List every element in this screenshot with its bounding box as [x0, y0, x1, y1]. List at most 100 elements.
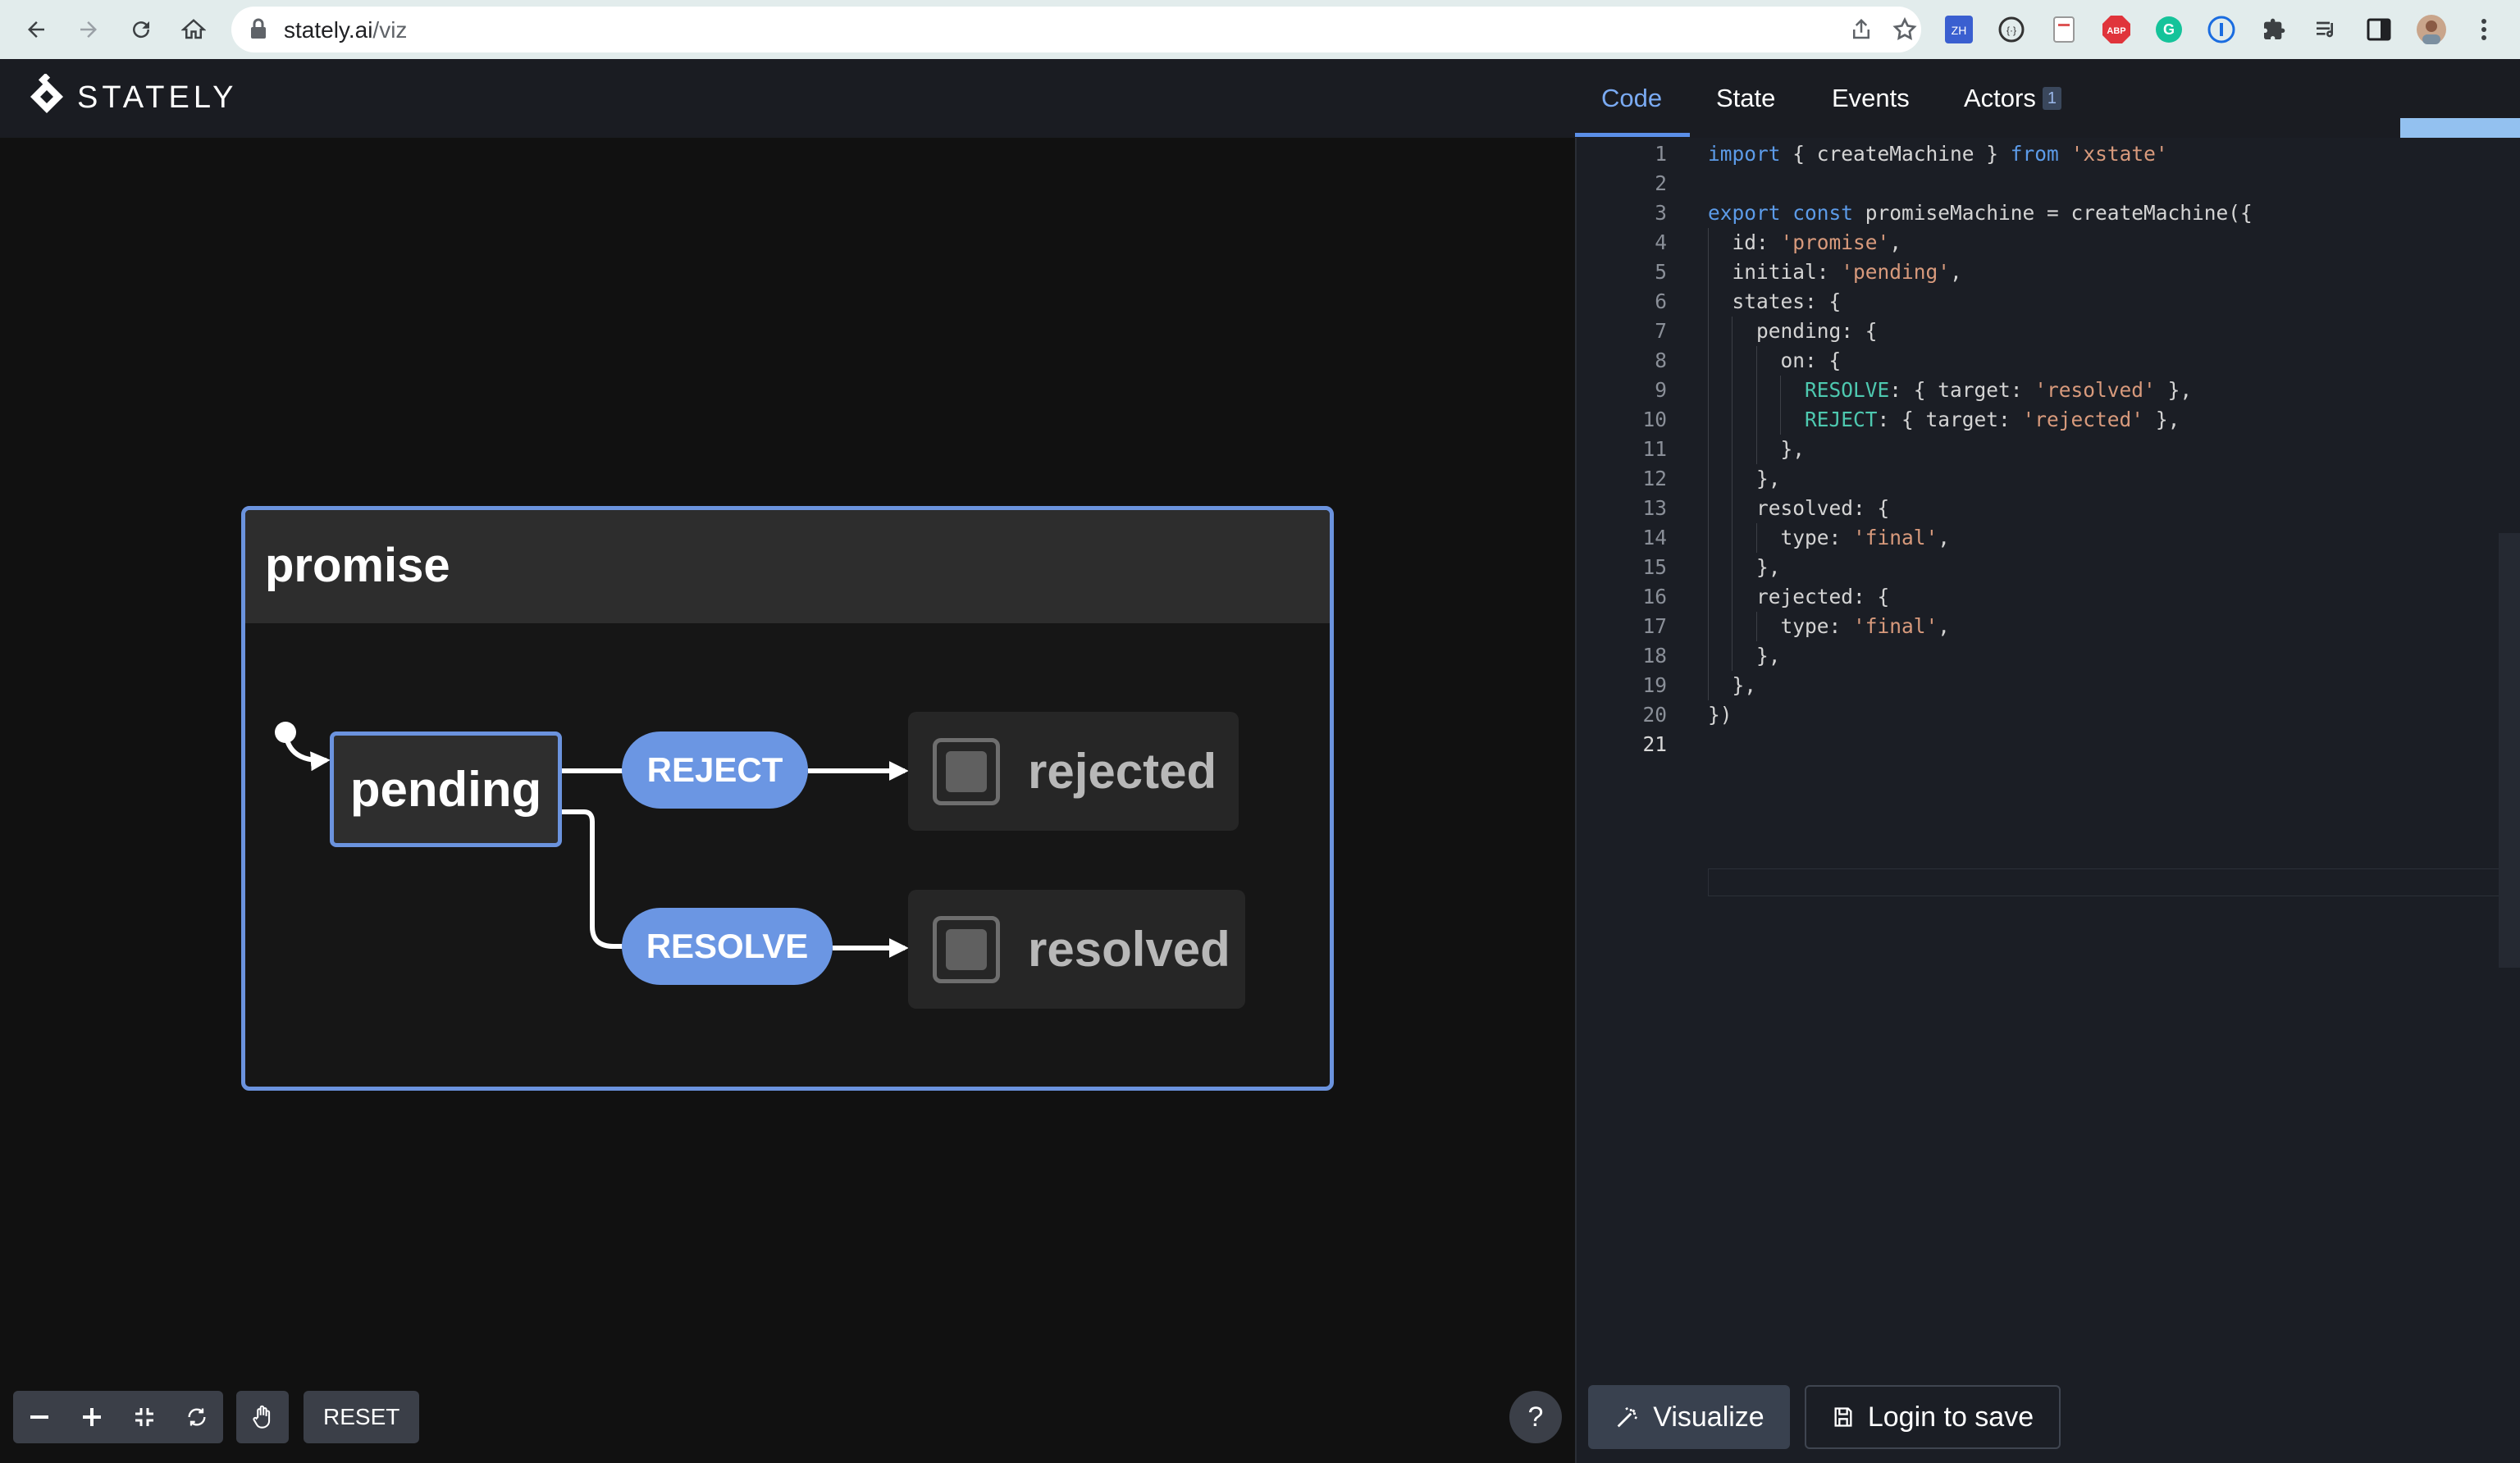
state-node-resolved[interactable]: resolved [908, 890, 1245, 1009]
code-line[interactable]: 4 id: 'promise', [1577, 228, 2520, 258]
extension-doc-icon[interactable] [2048, 13, 2080, 46]
zoom-in-icon[interactable] [66, 1391, 118, 1443]
tab-state[interactable]: State [1716, 59, 1775, 138]
state-node-pending[interactable]: pending [330, 732, 562, 847]
code-text: }) [1708, 703, 1732, 727]
tab-actors[interactable]: Actors 1 [1964, 59, 2061, 138]
profile-avatar[interactable] [2415, 13, 2448, 46]
code-line[interactable]: 17 type: 'final', [1577, 612, 2520, 641]
line-number: 13 [1642, 496, 1667, 520]
browser-menu-icon[interactable] [2468, 13, 2500, 46]
reset-button[interactable]: RESET [304, 1391, 420, 1443]
code-editor-panel[interactable]: 1 import { createMachine } from 'xstate' 2… [1575, 138, 2520, 1463]
zoom-controls [13, 1391, 223, 1443]
extensions-puzzle-icon[interactable] [2258, 13, 2290, 46]
state-label-rejected: rejected [1028, 744, 1217, 799]
reload-icon[interactable] [121, 10, 161, 49]
code-line[interactable]: 15 }, [1577, 553, 2520, 582]
code-line[interactable]: 5 initial: 'pending', [1577, 258, 2520, 287]
media-queue-icon[interactable] [2310, 13, 2343, 46]
code-line[interactable]: 19 }, [1577, 671, 2520, 700]
code-text: export const promiseMachine = createMach… [1708, 201, 2253, 225]
help-button[interactable]: ? [1509, 1391, 1562, 1443]
machine-title: promise [265, 539, 450, 592]
home-icon[interactable] [174, 10, 213, 49]
code-line[interactable]: 12 }, [1577, 464, 2520, 494]
line-number: 4 [1655, 230, 1667, 254]
code-text: import { createMachine } from 'xstate' [1708, 142, 2168, 166]
extension-translate-icon[interactable]: ZH [1942, 13, 1975, 46]
code-text: initial: 'pending', [1708, 260, 1962, 284]
code-line[interactable]: 20}) [1577, 700, 2520, 730]
final-state-icon [933, 737, 1000, 805]
code-line[interactable]: 13 resolved: { [1577, 494, 2520, 523]
magic-wand-icon [1617, 1407, 1638, 1428]
event-resolve-button[interactable]: RESOLVE [622, 908, 833, 985]
sidebar-panel-icon[interactable] [2362, 13, 2395, 46]
code-text: }, [1708, 644, 1781, 668]
indent-guide [1780, 376, 1782, 435]
svg-text:{·}: {·} [2006, 25, 2016, 36]
browser-toolbar: stately.ai/viz ZH {·} ABP G [0, 0, 2520, 59]
line-number: 15 [1642, 555, 1667, 579]
code-line[interactable]: 9 RESOLVE: { target: 'resolved' }, [1577, 376, 2520, 405]
adblock-icon[interactable]: ABP [2100, 13, 2133, 46]
tab-code[interactable]: Code [1601, 59, 1662, 138]
back-icon[interactable] [16, 10, 56, 49]
code-line[interactable]: 11 }, [1577, 435, 2520, 464]
reset-view-icon[interactable] [171, 1391, 223, 1443]
indent-guide [1708, 228, 1709, 700]
grammarly-icon[interactable]: G [2152, 13, 2185, 46]
code-text: type: 'final', [1708, 614, 1951, 638]
bookmark-star-icon[interactable] [1892, 16, 1918, 47]
line-number: 5 [1655, 260, 1667, 284]
code-line[interactable]: 14 type: 'final', [1577, 523, 2520, 553]
editor-scrollbar[interactable] [2499, 533, 2520, 968]
code-text: pending: { [1708, 319, 1878, 343]
code-line[interactable]: 18 }, [1577, 641, 2520, 671]
line-number: 9 [1655, 378, 1667, 402]
extension-dev-icon[interactable]: {·} [1995, 13, 2028, 46]
state-label-pending: pending [349, 762, 542, 817]
line-number: 7 [1655, 319, 1667, 343]
forward-icon[interactable] [69, 10, 108, 49]
code-text: REJECT: { target: 'rejected' }, [1805, 408, 2180, 431]
code-line[interactable]: 2 [1577, 169, 2520, 198]
code-text: }, [1708, 555, 1781, 579]
address-bar[interactable]: stately.ai/viz [231, 7, 1921, 52]
line-number: 17 [1642, 614, 1667, 638]
event-reject-button[interactable]: REJECT [622, 732, 808, 809]
state-node-rejected[interactable]: rejected [908, 712, 1239, 831]
pan-hand-icon[interactable] [236, 1391, 289, 1443]
lock-icon [249, 18, 267, 43]
line-number: 12 [1642, 467, 1667, 490]
machine-header: promise [245, 510, 1330, 623]
code-line[interactable]: 7 pending: { [1577, 317, 2520, 346]
zoom-out-icon[interactable] [13, 1391, 66, 1443]
line-number: 8 [1655, 349, 1667, 372]
line-number: 18 [1642, 644, 1667, 668]
tab-events[interactable]: Events [1832, 59, 1910, 138]
code-line[interactable]: 21 [1577, 730, 2520, 759]
fit-view-icon[interactable] [118, 1391, 171, 1443]
line-number: 2 [1655, 171, 1667, 195]
stately-logo[interactable]: STATELY [28, 74, 237, 121]
save-floppy-icon [1834, 1407, 1852, 1427]
code-line[interactable]: 10 REJECT: { target: 'rejected' }, [1577, 405, 2520, 435]
app-header: STATELY Code State Events Actors 1 Login [0, 59, 2520, 195]
code-text: id: 'promise', [1708, 230, 1902, 254]
line-number: 21 [1642, 732, 1667, 756]
indent-guide [1755, 346, 1757, 464]
password-manager-icon[interactable] [2205, 13, 2238, 46]
visualize-button[interactable]: Visualize [1588, 1385, 1790, 1449]
indent-guide [1755, 612, 1757, 641]
login-to-save-button[interactable]: Login to save [1805, 1385, 2061, 1449]
tab-actors-label: Actors [1964, 84, 2036, 112]
share-icon[interactable] [1849, 16, 1874, 47]
code-line[interactable]: 16 rejected: { [1577, 582, 2520, 612]
code-line[interactable]: 6 states: { [1577, 287, 2520, 317]
code-text: rejected: { [1708, 585, 1890, 608]
code-line[interactable]: 1 import { createMachine } from 'xstate' [1577, 139, 2520, 169]
code-line[interactable]: 8 on: { [1577, 346, 2520, 376]
code-line[interactable]: 3 export const promiseMachine = createMac… [1577, 198, 2520, 228]
